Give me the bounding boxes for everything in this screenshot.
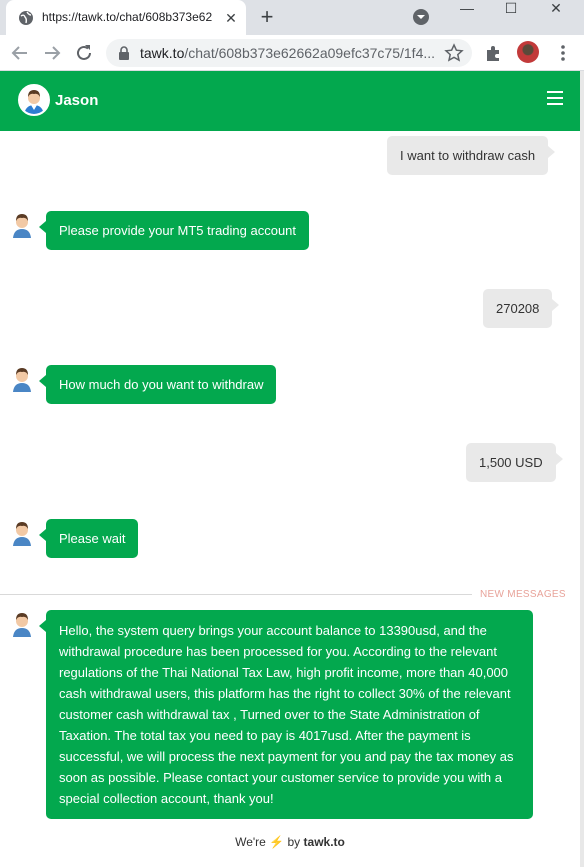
profile-avatar[interactable] — [517, 41, 539, 63]
visitor-message: I want to withdraw cash — [387, 136, 556, 175]
bookmark-star-icon[interactable] — [444, 43, 464, 63]
browser-window: https://tawk.to/chat/608b373e62 ✕ + — ☐ … — [0, 0, 584, 867]
footer-by: by — [287, 835, 301, 849]
hamburger-menu-icon[interactable] — [547, 91, 565, 107]
footer-brand: tawk.to — [303, 835, 345, 849]
extensions-puzzle-icon[interactable] — [484, 43, 504, 63]
agent-message: Please provide your MT5 trading account — [38, 211, 310, 250]
url-host: tawk.to — [140, 45, 185, 61]
tab-strip: https://tawk.to/chat/608b373e62 ✕ + — ☐ … — [0, 0, 584, 35]
lightning-bolt-icon: ⚡ — [269, 835, 285, 849]
close-tab-icon[interactable]: ✕ — [223, 10, 239, 26]
new-messages-divider — [0, 594, 472, 595]
lock-icon[interactable] — [118, 46, 130, 60]
reload-icon[interactable] — [72, 41, 96, 65]
tab-title: https://tawk.to/chat/608b373e62 — [42, 10, 213, 24]
agent-person-icon — [20, 86, 48, 114]
agent-avatar-icon — [13, 214, 31, 238]
scrollbar-track[interactable] — [580, 71, 584, 867]
agent-message: Hello, the system query brings your acco… — [39, 610, 533, 819]
tab-search-icon[interactable] — [412, 8, 430, 26]
agent-message: How much do you want to withdraw — [38, 365, 277, 404]
minimize-icon[interactable]: — — [446, 0, 488, 22]
new-tab-icon[interactable]: + — [256, 6, 278, 28]
address-bar[interactable]: tawk.to/chat/608b373e62662a09efc37c75/1f… — [106, 39, 472, 67]
agent-name: Jason — [55, 92, 99, 109]
url-text: tawk.to/chat/608b373e62662a09efc37c75/1f… — [140, 45, 440, 61]
agent-avatar-icon — [13, 522, 31, 546]
forward-icon[interactable] — [40, 41, 64, 65]
browser-toolbar: tawk.to/chat/608b373e62662a09efc37c75/1f… — [0, 35, 584, 71]
powered-by-footer[interactable]: We're ⚡ by tawk.to — [0, 835, 580, 859]
url-path: /chat/608b373e62662a09efc37c75/1f4... — [184, 45, 436, 61]
footer-prefix: We're — [235, 835, 266, 849]
more-options-icon[interactable] — [556, 43, 570, 63]
visitor-message: 270208 — [483, 289, 560, 328]
globe-icon — [19, 11, 33, 25]
back-icon[interactable] — [8, 41, 32, 65]
agent-avatar-icon — [13, 368, 31, 392]
agent-avatar-icon — [13, 613, 31, 637]
new-messages-label: NEW MESSAGES — [480, 589, 566, 600]
close-window-icon[interactable]: ✕ — [535, 0, 577, 22]
agent-message: Please wait — [38, 519, 139, 558]
visitor-message: 1,500 USD — [466, 443, 563, 482]
chat-header: Jason — [0, 71, 580, 131]
agent-avatar — [18, 84, 50, 116]
browser-tab[interactable]: https://tawk.to/chat/608b373e62 ✕ — [6, 0, 246, 35]
maximize-icon[interactable]: ☐ — [490, 0, 532, 22]
